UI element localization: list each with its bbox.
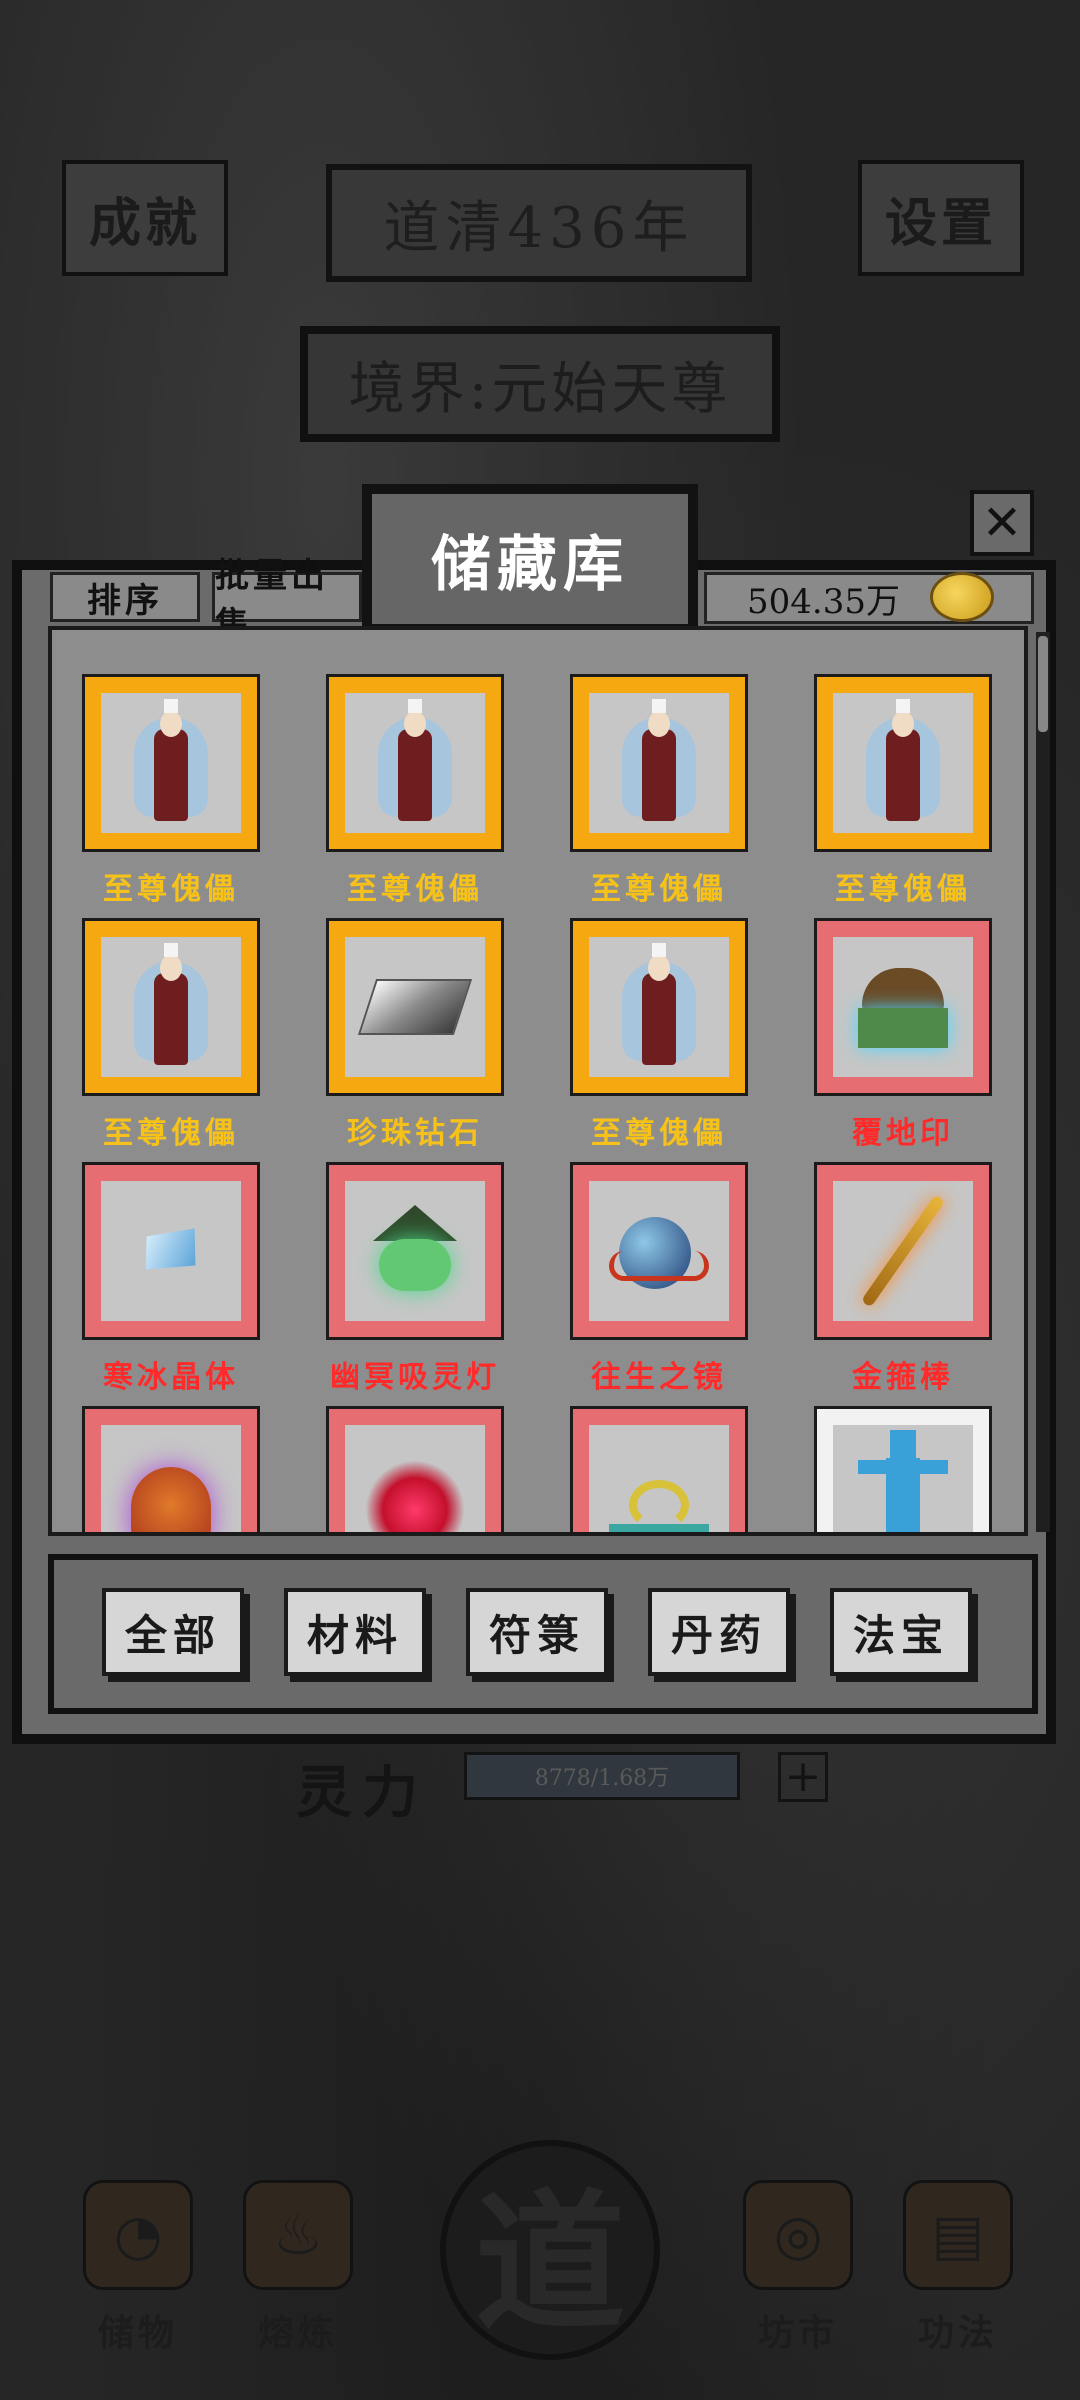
item-frame: [570, 1162, 748, 1340]
item-name: 至尊傀儡: [347, 872, 483, 907]
batch-sell-button[interactable]: 批量出售: [212, 556, 362, 645]
red-flower-icon: [365, 1460, 465, 1532]
item-frame: [326, 918, 504, 1096]
item-slot[interactable]: 寒冰晶体: [82, 1162, 260, 1396]
puppet-icon: [622, 943, 696, 1071]
item-frame: [326, 674, 504, 852]
item-slot[interactable]: [570, 1406, 748, 1532]
item-slot[interactable]: 至尊傀儡: [82, 918, 260, 1152]
tab-all[interactable]: 全部: [102, 1588, 244, 1676]
item-frame: [82, 1162, 260, 1340]
ghost-lamp-icon: [365, 1201, 465, 1301]
item-name: 金箍棒: [852, 1360, 954, 1395]
item-frame: [814, 1406, 992, 1532]
mask-icon: [131, 1467, 211, 1532]
puppet-icon: [378, 699, 452, 827]
item-frame: [814, 1162, 992, 1340]
item-name: 至尊傀儡: [103, 1116, 239, 1151]
item-name: 至尊傀儡: [591, 1116, 727, 1151]
item-name: 往生之镜: [591, 1360, 727, 1395]
mirror-icon: [609, 1211, 709, 1291]
item-name: 至尊傀儡: [103, 872, 239, 907]
item-slot[interactable]: 至尊傀儡: [570, 918, 748, 1152]
golden-staff-icon: [860, 1194, 946, 1308]
item-slot[interactable]: 至尊傀儡: [570, 674, 748, 908]
item-frame: [326, 1162, 504, 1340]
item-frame: [82, 1406, 260, 1532]
gold-ingot-icon: [930, 572, 994, 622]
puppet-icon: [622, 699, 696, 827]
item-slot[interactable]: 至尊傀儡: [326, 674, 504, 908]
storage-title: 储藏库: [362, 484, 698, 634]
item-slot[interactable]: [326, 1406, 504, 1532]
item-frame: [570, 1406, 748, 1532]
puppet-icon: [866, 699, 940, 827]
item-frame: [82, 674, 260, 852]
item-frame: [814, 674, 992, 852]
item-grid[interactable]: 至尊傀儡 至尊傀儡 至尊傀儡 至尊傀儡 至尊傀儡 珍珠钻石 至尊傀儡 覆地印 寒…: [48, 626, 1028, 1536]
puppet-icon: [134, 699, 208, 827]
sort-button[interactable]: 排序: [50, 572, 200, 622]
turtle-seal-icon: [848, 962, 958, 1052]
item-slot[interactable]: 往生之镜: [570, 1162, 748, 1396]
item-slot[interactable]: 至尊傀儡: [814, 674, 992, 908]
item-slot[interactable]: 覆地印: [814, 918, 992, 1152]
dragon-icon: [609, 1480, 709, 1532]
scroll-thumb[interactable]: [1038, 636, 1048, 732]
puppet-icon: [134, 943, 208, 1071]
item-slot[interactable]: [82, 1406, 260, 1532]
diamond-icon: [357, 979, 473, 1035]
close-icon: ✕: [981, 495, 1023, 551]
item-frame: [326, 1406, 504, 1532]
item-slot[interactable]: 至尊傀儡: [82, 674, 260, 908]
tab-treasures[interactable]: 法宝: [830, 1588, 972, 1676]
grid-scrollbar[interactable]: [1036, 632, 1050, 1532]
close-button[interactable]: ✕: [970, 490, 1034, 556]
currency-amount: 504.35万: [747, 581, 900, 622]
item-name: 幽冥吸灵灯: [330, 1360, 500, 1395]
item-slot[interactable]: 金箍棒: [814, 1162, 992, 1396]
tab-materials[interactable]: 材料: [284, 1588, 426, 1676]
item-slot[interactable]: 珍珠钻石: [326, 918, 504, 1152]
item-frame: [570, 674, 748, 852]
tab-talismans[interactable]: 符箓: [466, 1588, 608, 1676]
item-name: 珍珠钻石: [347, 1116, 483, 1151]
item-frame: [814, 918, 992, 1096]
item-frame: [82, 918, 260, 1096]
item-slot[interactable]: [814, 1406, 992, 1532]
tab-pills[interactable]: 丹药: [648, 1588, 790, 1676]
item-name: 寒冰晶体: [103, 1360, 239, 1395]
item-slot[interactable]: 幽冥吸灵灯: [326, 1162, 504, 1396]
ice-crystal-icon: [135, 1220, 206, 1282]
item-name: 至尊傀儡: [835, 872, 971, 907]
item-name: 至尊傀儡: [591, 872, 727, 907]
statue-icon: [858, 1430, 948, 1532]
item-name: 覆地印: [852, 1116, 954, 1151]
item-frame: [570, 918, 748, 1096]
